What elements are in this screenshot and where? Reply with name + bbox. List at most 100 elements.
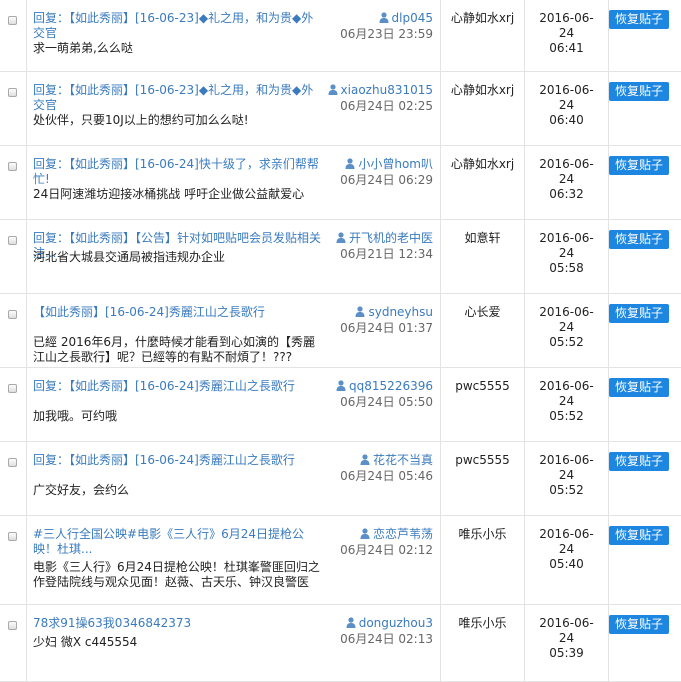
operator-name: 唯乐小乐 xyxy=(458,527,507,541)
deleted-time-line: 05:52 xyxy=(549,409,584,423)
post-title-link[interactable]: 回复：【如此秀丽】[16-06-23]◆礼之用，和为贵◆外交官 xyxy=(33,83,325,113)
column-divider xyxy=(26,294,27,367)
author[interactable]: 花花不当真 xyxy=(313,453,433,468)
table-row: 回复：【如此秀丽】[16-06-24]秀麗江山之長歌行 广交好友，会约么 花花不当真… xyxy=(0,442,681,516)
deleted-time-line: 05:39 xyxy=(549,646,584,660)
restore-post-button[interactable]: 恢复贴子 xyxy=(609,452,669,471)
author-name[interactable]: 花花不当真 xyxy=(373,453,433,467)
author[interactable]: qq815226396 xyxy=(313,379,433,394)
restore-post-button[interactable]: 恢复贴子 xyxy=(609,615,669,634)
restore-post-button[interactable]: 恢复贴子 xyxy=(609,304,669,323)
user-icon xyxy=(360,528,370,539)
column-divider xyxy=(26,442,27,515)
author[interactable]: xiaozhu831015 xyxy=(313,83,433,98)
post-title-link[interactable]: 【如此秀丽】[16-06-24]秀麗江山之長歌行 xyxy=(33,305,325,320)
column-divider xyxy=(26,0,27,71)
post-time: 06月24日 05:46 xyxy=(340,469,433,483)
deleted-time-line: 2016-06- xyxy=(539,231,594,245)
restore-post-button[interactable]: 恢复贴子 xyxy=(609,82,669,101)
author[interactable]: 开飞机的老中医 xyxy=(313,231,433,246)
deleted-time: 2016-06- 24 05:58 xyxy=(525,231,608,276)
deleted-time: 2016-06- 24 06:40 xyxy=(525,83,608,128)
restore-post-button[interactable]: 恢复贴子 xyxy=(609,378,669,397)
deleted-time-line: 24 xyxy=(558,320,575,334)
post-title-link[interactable]: 回复：【如此秀丽】[16-06-24]秀麗江山之長歌行 xyxy=(33,453,325,468)
deleted-time-line: 2016-06- xyxy=(539,83,594,97)
column-divider xyxy=(26,516,27,604)
author-name[interactable]: xiaozhu831015 xyxy=(341,83,433,97)
user-icon xyxy=(355,306,365,317)
table-row: 78求91操63我0346842373 少妇 微X c445554 donguzho… xyxy=(0,605,681,682)
row-checkbox[interactable] xyxy=(8,16,17,25)
row-checkbox[interactable] xyxy=(8,88,17,97)
author[interactable]: 小小曾hom叭 xyxy=(313,157,433,172)
deleted-time-line: 06:41 xyxy=(549,41,584,55)
table-row: 回复：【如此秀丽】[16-06-23]◆礼之用，和为贵◆外交官 处伙伴，只要10J… xyxy=(0,72,681,146)
author[interactable]: donguzhou3 xyxy=(313,616,433,631)
row-checkbox[interactable] xyxy=(8,162,17,171)
user-icon xyxy=(346,617,356,628)
row-checkbox[interactable] xyxy=(8,310,17,319)
deleted-time: 2016-06- 24 05:52 xyxy=(525,453,608,498)
operator-name: 唯乐小乐 xyxy=(458,616,507,630)
author[interactable]: dlp045 xyxy=(313,11,433,26)
column-divider xyxy=(26,72,27,145)
deleted-time-line: 2016-06- xyxy=(539,11,594,25)
deleted-time-line: 24 xyxy=(558,468,575,482)
post-title-link[interactable]: 78求91操63我0346842373 xyxy=(33,616,325,631)
author-name[interactable]: 开飞机的老中医 xyxy=(349,231,433,245)
post-content: 电影《三人行》6月24日提枪公映！杜琪峯警匪回归之作登陆院线与观众见面！赵薇、古… xyxy=(33,560,320,589)
table-row: 回复：【如此秀丽】[16-06-24]秀麗江山之長歌行 加我哦。可约哦 qq8152… xyxy=(0,368,681,442)
author-name[interactable]: dlp045 xyxy=(392,11,433,25)
author-name[interactable]: qq815226396 xyxy=(349,379,433,393)
post-time: 06月24日 02:12 xyxy=(340,543,433,557)
author-name[interactable]: 小小曾hom叭 xyxy=(358,157,433,171)
post-title-link[interactable]: 回复：【如此秀丽】[16-06-24]秀麗江山之長歌行 xyxy=(33,379,325,394)
user-icon xyxy=(336,232,346,243)
post-title-link[interactable]: 回复：【如此秀丽】[16-06-23]◆礼之用，和为贵◆外交官 xyxy=(33,11,325,41)
table-row: 【如此秀丽】[16-06-24]秀麗江山之長歌行已經 2016年6月，什麼時候才… xyxy=(0,294,681,368)
restore-post-button[interactable]: 恢复贴子 xyxy=(609,230,669,249)
post-content: 已經 2016年6月，什麼時候才能看到心如演的【秀麗江山之長歌行】呢？已經等的有… xyxy=(33,335,315,364)
table-row: 回复：【如此秀丽】[16-06-23]◆礼之用，和为贵◆外交官 求一萌弟弟,么么哒… xyxy=(0,0,681,72)
post-content: 广交好友，会约么 xyxy=(33,483,130,497)
row-checkbox[interactable] xyxy=(8,621,17,630)
column-divider xyxy=(26,368,27,441)
operator-name: pwc5555 xyxy=(455,453,510,467)
table-row: #三人行全国公映#电影《三人行》6月24日提枪公映！杜琪... 电影《三人行》6月… xyxy=(0,516,681,605)
restore-post-button[interactable]: 恢复贴子 xyxy=(609,10,669,29)
post-content: 河北省大城县交通局被指违规办企业 xyxy=(33,250,226,264)
restore-post-button[interactable]: 恢复贴子 xyxy=(609,526,669,545)
restore-post-button[interactable]: 恢复贴子 xyxy=(609,156,669,175)
operator-name: 心静如水xrj xyxy=(450,157,515,171)
deleted-time-line: 2016-06- xyxy=(539,157,594,171)
post-content: 处伙伴，只要10J以上的想约可加么么哒! xyxy=(33,113,249,127)
row-checkbox[interactable] xyxy=(8,458,17,467)
author-name[interactable]: 恋恋芦苇荡 xyxy=(373,527,433,541)
table-row: 回复：【如此秀丽】【公告】针对如吧贴吧会员发贴相关注... 河北省大城县交通局被指… xyxy=(0,220,681,294)
deleted-time-line: 24 xyxy=(558,542,575,556)
post-time: 06月24日 06:29 xyxy=(340,173,433,187)
author[interactable]: 恋恋芦苇荡 xyxy=(313,527,433,542)
author-name[interactable]: donguzhou3 xyxy=(359,616,433,630)
row-checkbox[interactable] xyxy=(8,532,17,541)
author[interactable]: sydneyhsu xyxy=(313,305,433,320)
column-divider xyxy=(26,220,27,293)
author-name[interactable]: sydneyhsu xyxy=(368,305,433,319)
user-icon xyxy=(336,380,346,391)
deleted-time-line: 24 xyxy=(558,98,575,112)
deleted-time-line: 2016-06- xyxy=(539,453,594,467)
row-checkbox[interactable] xyxy=(8,236,17,245)
deleted-time-line: 2016-06- xyxy=(539,616,594,630)
operator-name: pwc5555 xyxy=(455,379,510,393)
post-time: 06月21日 12:34 xyxy=(340,247,433,261)
deleted-time-line: 24 xyxy=(558,246,575,260)
post-title-link[interactable]: 回复：【如此秀丽】[16-06-24]快十级了，求亲们帮帮忙! xyxy=(33,157,325,187)
post-time: 06月23日 23:59 xyxy=(340,27,433,41)
row-checkbox[interactable] xyxy=(8,384,17,393)
operator-name: 心静如水xrj xyxy=(450,83,515,97)
user-icon xyxy=(360,454,370,465)
deleted-time: 2016-06- 24 05:52 xyxy=(525,379,608,424)
post-title-link[interactable]: #三人行全国公映#电影《三人行》6月24日提枪公映！杜琪... xyxy=(33,527,325,557)
post-content: 少妇 微X c445554 xyxy=(33,635,138,649)
